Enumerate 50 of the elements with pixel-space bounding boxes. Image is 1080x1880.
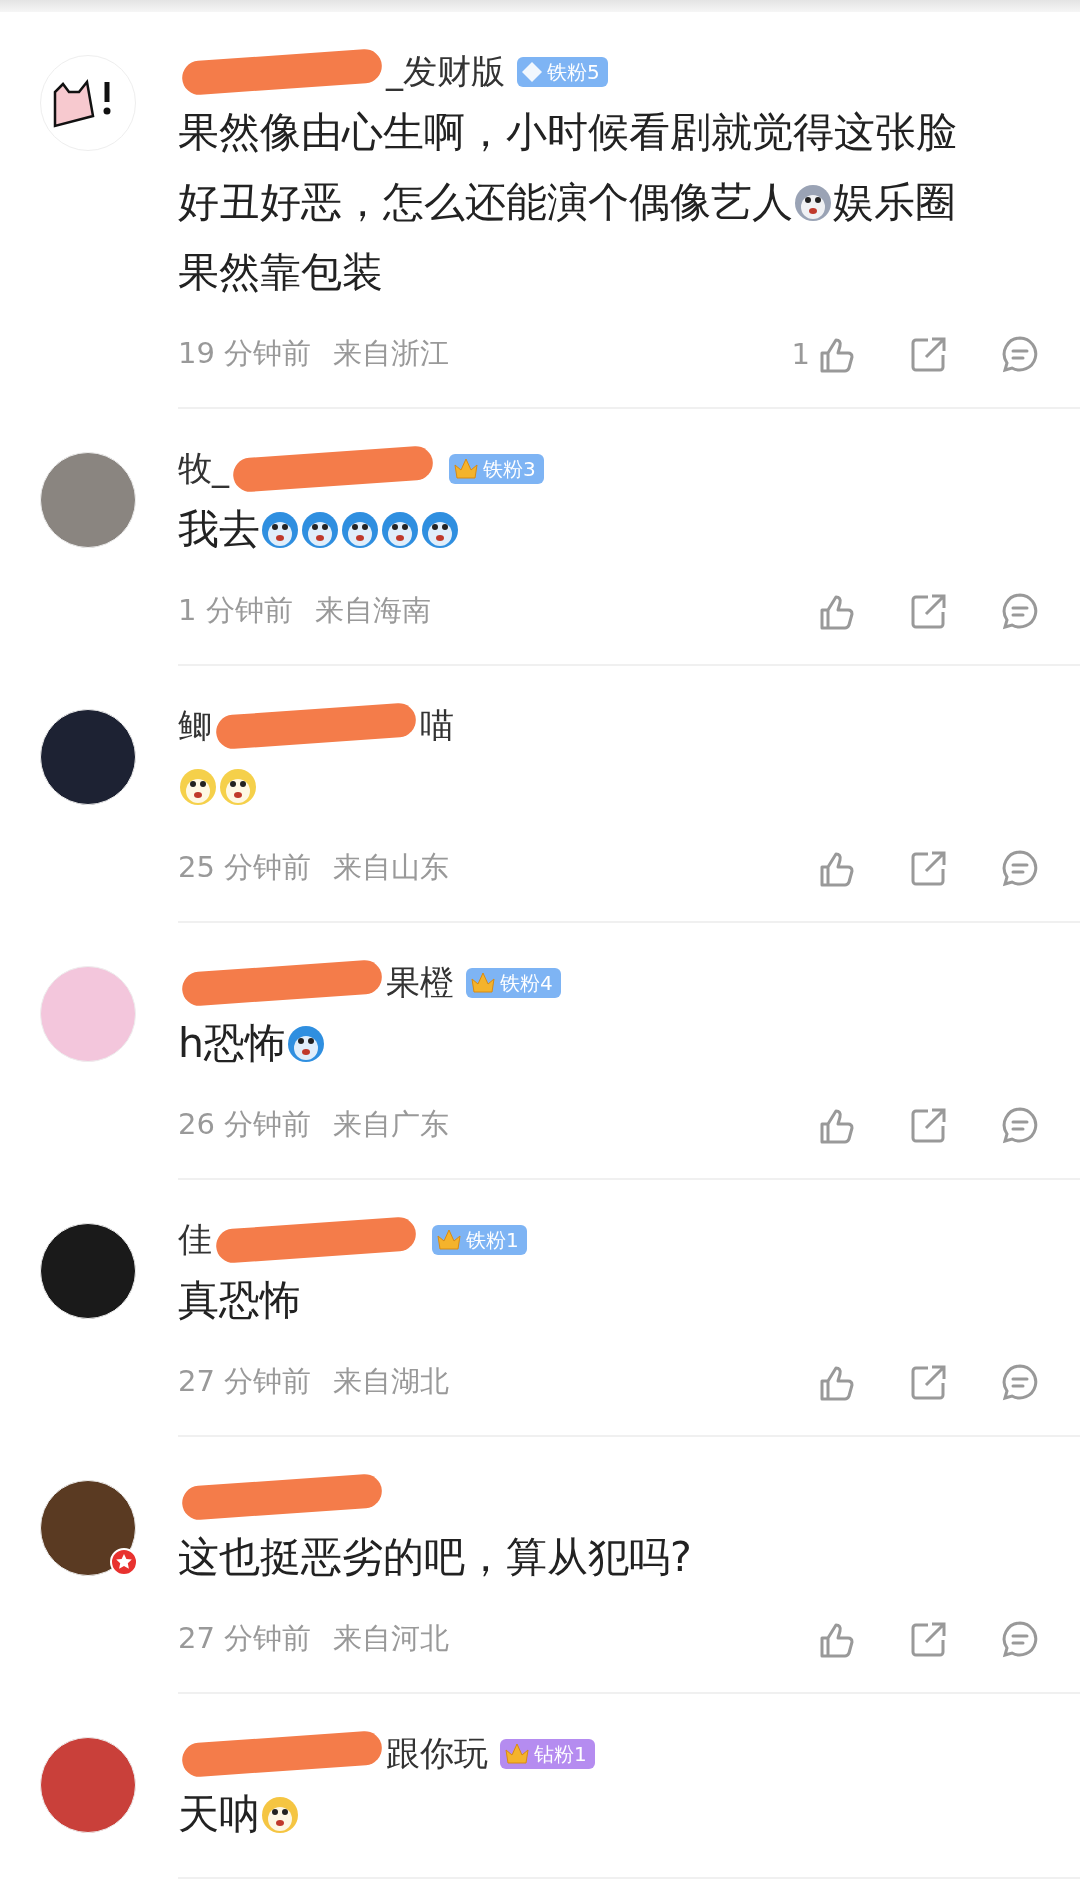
comment-button[interactable] (1000, 1105, 1040, 1145)
comment-icon (1000, 1105, 1040, 1145)
username[interactable]: 跟你玩 (386, 1731, 488, 1777)
crown-icon (504, 1742, 530, 1766)
comment-text: 果然像由心生啊，小时候看剧就觉得这张脸 (178, 108, 957, 156)
comment-text: 好丑好恶，怎么还能演个偶像艺人 (178, 178, 793, 226)
comment-text: 娱乐圈 (833, 178, 956, 226)
username[interactable]: 牧_ (178, 446, 229, 492)
comment-location: 来自山东 (333, 849, 450, 886)
comment-button[interactable] (1000, 1362, 1040, 1402)
comment-location: 来自浙江 (333, 335, 450, 372)
fan-badge: 铁粉1 (432, 1225, 527, 1255)
comment-text: 我去 (178, 505, 260, 553)
fan-badge: 铁粉4 (466, 968, 561, 998)
comment-button[interactable] (1000, 591, 1040, 631)
username[interactable]: 佳 (178, 1217, 212, 1263)
comment-time: 26 分钟前 (178, 1106, 312, 1143)
comment-icon (1000, 591, 1040, 631)
crown-icon (453, 457, 479, 481)
comment-location: 来自海南 (314, 592, 431, 629)
comment-location: 来自河北 (333, 1620, 450, 1657)
comment-button[interactable] (1000, 334, 1040, 374)
comment-text: 天呐 (178, 1790, 260, 1838)
fan-badge: 铁粉3 (449, 454, 544, 484)
comment-text: 果然靠包装 (178, 248, 383, 296)
comment-icon (1000, 1619, 1040, 1659)
comment-icon (1000, 1362, 1040, 1402)
crown-icon (436, 1228, 462, 1252)
comment-text: h恐怖 (178, 1019, 286, 1067)
comment-text: 这也挺恶劣的吧，算从犯吗? (178, 1533, 692, 1581)
fan-badge: 钻粉1 (500, 1739, 595, 1769)
username[interactable]: 喵 (420, 703, 454, 749)
comment-text: 真恐怖 (178, 1276, 301, 1324)
comment-time: 25 分钟前 (178, 849, 312, 886)
comment-time: 27 分钟前 (178, 1620, 312, 1657)
username[interactable]: 鲫 (178, 703, 212, 749)
comment-time: 1 分钟前 (178, 592, 293, 629)
fan-badge: 铁粉5 (517, 57, 608, 87)
comment-time: 27 分钟前 (178, 1363, 312, 1400)
username[interactable]: 果橙 (386, 960, 454, 1006)
comment-location: 来自湖北 (333, 1363, 450, 1400)
comment-button[interactable] (1000, 1619, 1040, 1659)
comment-icon (1000, 334, 1040, 374)
comment-location: 来自广东 (333, 1106, 450, 1143)
comment-button[interactable] (1000, 848, 1040, 888)
diamond-icon (521, 61, 543, 83)
comment-time: 19 分钟前 (178, 335, 312, 372)
username[interactable]: _发财版 (386, 49, 505, 95)
comment-icon (1000, 848, 1040, 888)
crown-icon (470, 971, 496, 995)
